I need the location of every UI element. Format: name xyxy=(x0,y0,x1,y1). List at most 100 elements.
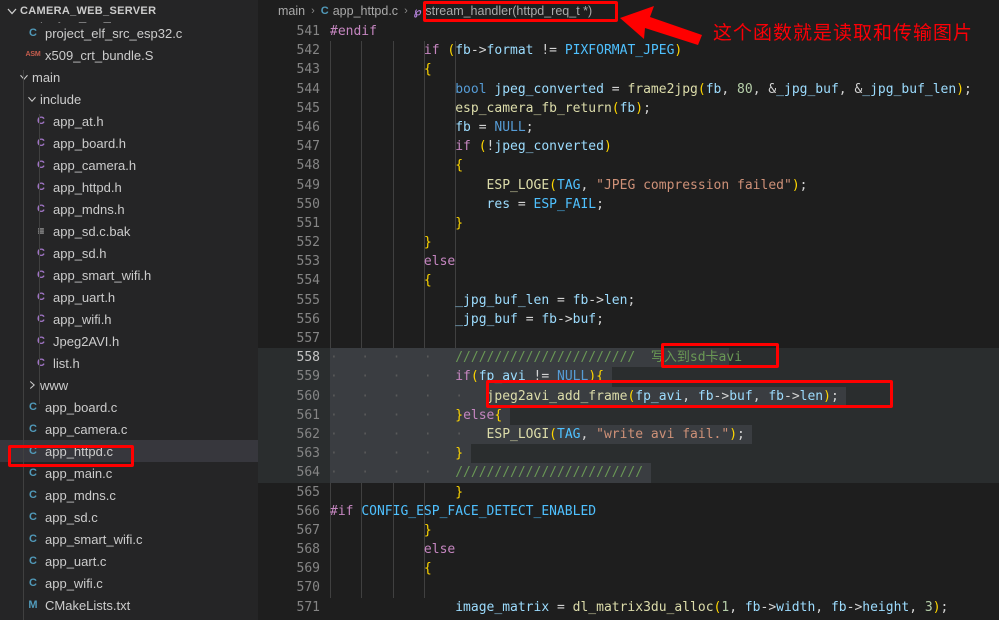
code-line[interactable]: 560 · · · · · jpeg2avi_add_frame(fp_avi, … xyxy=(258,386,999,406)
breadcrumb-separator-icon: › xyxy=(311,5,315,17)
line-number: 562 xyxy=(296,426,320,442)
code-line[interactable]: 553 else xyxy=(258,252,999,271)
line-content: · · · · } xyxy=(330,446,464,462)
code-line[interactable]: 570 xyxy=(258,578,999,597)
h-file-icon: C xyxy=(37,115,45,127)
tree-item-label: CMakeLists.txt xyxy=(45,597,131,613)
tree-item-label: app_board.h xyxy=(53,135,127,151)
code-line[interactable]: 551 } xyxy=(258,214,999,233)
line-content: else xyxy=(423,254,456,270)
code-line[interactable]: 557 xyxy=(258,329,999,348)
tree-item-app-main-c[interactable]: Capp_main.c xyxy=(0,462,258,484)
line-number: 550 xyxy=(296,196,320,212)
line-content: if (!jpeg_converted) xyxy=(455,139,612,155)
code-line[interactable]: 569 { xyxy=(258,559,999,578)
code-line[interactable]: 546 fb = NULL; xyxy=(258,118,999,137)
tree-item-cmakelists-txt[interactable]: M CMakeLists.txt xyxy=(0,594,258,616)
code-line[interactable]: 550 res = ESP_FAIL; xyxy=(258,195,999,214)
line-number: 555 xyxy=(296,292,320,308)
line-content: { xyxy=(455,158,464,174)
code-line[interactable]: 556 _jpg_buf = fb->buf; xyxy=(258,310,999,329)
code-line[interactable]: 547 if (!jpeg_converted) xyxy=(258,137,999,156)
line-number: 561 xyxy=(296,407,320,423)
tree-item-app-httpd-c[interactable]: Capp_httpd.c xyxy=(0,440,258,462)
line-content: { xyxy=(423,62,432,78)
tree-item-x509-crt-bundle-s[interactable]: ASM x509_crt_bundle.S xyxy=(0,44,258,66)
text-file-icon: ≡ xyxy=(37,224,45,238)
code-line[interactable]: 571 image_matrix = dl_matrix3du_alloc(1,… xyxy=(258,598,999,617)
asm-file-icon: ASM xyxy=(25,51,41,58)
tree-item-app-sd-c[interactable]: Capp_sd.c xyxy=(0,506,258,528)
tree-item-label: app_sd.c xyxy=(45,509,98,525)
code-line[interactable]: 563 · · · · } xyxy=(258,444,999,464)
tree-item-label: www xyxy=(40,377,69,393)
breadcrumb-item-1[interactable]: main xyxy=(278,4,305,18)
breadcrumb-item-label: stream_handler(httpd_req_t *) xyxy=(425,4,593,18)
tree-item-label: app_camera.c xyxy=(45,421,128,437)
c-file-icon: C xyxy=(29,489,37,501)
h-file-icon: C xyxy=(37,313,45,325)
code-line[interactable]: 558 · · · · /////////////////////// 写入到sd… xyxy=(258,348,999,368)
breadcrumb-item-3[interactable]: ℘ stream_handler(httpd_req_t *) xyxy=(414,4,592,18)
code-line[interactable]: 561 · · · · }else{ xyxy=(258,405,999,425)
line-number: 557 xyxy=(296,331,320,346)
line-content: ESP_LOGE(TAG, "JPEG compression failed")… xyxy=(486,177,808,193)
code-line[interactable]: 554 { xyxy=(258,271,999,290)
code-line[interactable]: 549 ESP_LOGE(TAG, "JPEG compression fail… xyxy=(258,176,999,195)
tree-item-app-mdns-c[interactable]: Capp_mdns.c xyxy=(0,484,258,506)
line-content: fb = NULL; xyxy=(455,119,534,135)
code-line[interactable]: 543 { xyxy=(258,60,999,79)
tree-item-label: Jpeg2AVI.h xyxy=(53,333,120,349)
line-content: else xyxy=(423,542,456,558)
line-number: 544 xyxy=(296,81,320,97)
code-line[interactable]: 562 · · · · · ESP_LOGI(TAG, "write avi fa… xyxy=(258,424,999,445)
code-line[interactable]: 548 { xyxy=(258,156,999,175)
line-content: _jpg_buf = fb->buf; xyxy=(455,311,604,327)
code-line[interactable]: 564 · · · · //////////////////////// xyxy=(258,463,999,483)
code-line[interactable]: 565 } xyxy=(258,483,999,502)
chevron-right-icon xyxy=(24,378,40,392)
tree-item-label: list.h xyxy=(53,355,80,371)
h-file-icon: C xyxy=(37,159,45,171)
code-line[interactable]: 552 } xyxy=(258,233,999,252)
line-number: 543 xyxy=(296,62,320,78)
line-number: 558 xyxy=(296,350,320,366)
breadcrumb-item-label: app_httpd.c xyxy=(332,4,399,18)
tree-item-label: project_elf_src_esp32.c xyxy=(45,25,183,41)
line-number: 566 xyxy=(296,503,320,519)
code-line[interactable]: 566 #if CONFIG_ESP_FACE_DETECT_ENABLED xyxy=(258,502,999,521)
tree-item-label: app_httpd.h xyxy=(53,179,122,195)
line-content: · · · · /////////////////////// 写入到sd卡av… xyxy=(330,350,743,366)
line-number: 547 xyxy=(296,139,320,155)
line-content: bool jpeg_converted = frame2jpg(fb, 80, … xyxy=(455,81,972,97)
chevron-down-icon xyxy=(16,70,32,84)
line-content: #if CONFIG_ESP_FACE_DETECT_ENABLED xyxy=(330,503,597,519)
line-number: 559 xyxy=(296,369,320,385)
code-line[interactable]: 555 _jpg_buf_len = fb->len; xyxy=(258,291,999,310)
code-area[interactable]: 541 #endif 542 if (fb->format != PIXFORMAT… xyxy=(258,22,999,620)
tree-item-app-camera-c[interactable]: Capp_camera.c xyxy=(0,418,258,440)
breadcrumb-item-2[interactable]: Capp_httpd.c xyxy=(321,4,398,18)
cmake-file-icon: M xyxy=(28,599,38,611)
code-line[interactable]: 568 else xyxy=(258,540,999,559)
tree-item-label: app_httpd.c xyxy=(45,443,113,459)
line-content: image_matrix = dl_matrix3du_alloc(1, fb-… xyxy=(455,599,949,615)
line-content: if (fb->format != PIXFORMAT_JPEG) xyxy=(423,43,683,59)
code-line[interactable]: 545 esp_camera_fb_return(fb); xyxy=(258,99,999,118)
tree-item-app-smart-wifi-c[interactable]: Capp_smart_wifi.c xyxy=(0,528,258,550)
code-line[interactable]: 559 · · · · if(fp_avi != NULL){ xyxy=(258,367,999,387)
explorer-root-header[interactable]: CAMERA_WEB_SERVER xyxy=(0,0,258,22)
tree-item-app-uart-c[interactable]: Capp_uart.c xyxy=(0,550,258,572)
line-number: 552 xyxy=(296,235,320,251)
tree-item-main[interactable]: main xyxy=(0,66,258,88)
code-line[interactable]: 567 } xyxy=(258,521,999,540)
line-number: 560 xyxy=(296,388,320,404)
tree-item-label: app_mdns.c xyxy=(45,487,116,503)
line-number: 568 xyxy=(296,542,320,558)
line-content: esp_camera_fb_return(fb); xyxy=(455,100,651,116)
tree-item-include[interactable]: include xyxy=(0,88,258,110)
code-line[interactable]: 544 bool jpeg_converted = frame2jpg(fb, … xyxy=(258,80,999,99)
tree-item-project-elf-src-esp32-c[interactable]: Cproject_elf_src_esp32.c xyxy=(0,22,258,44)
tree-item-app-wifi-c[interactable]: Capp_wifi.c xyxy=(0,572,258,594)
line-content: } xyxy=(455,484,464,500)
